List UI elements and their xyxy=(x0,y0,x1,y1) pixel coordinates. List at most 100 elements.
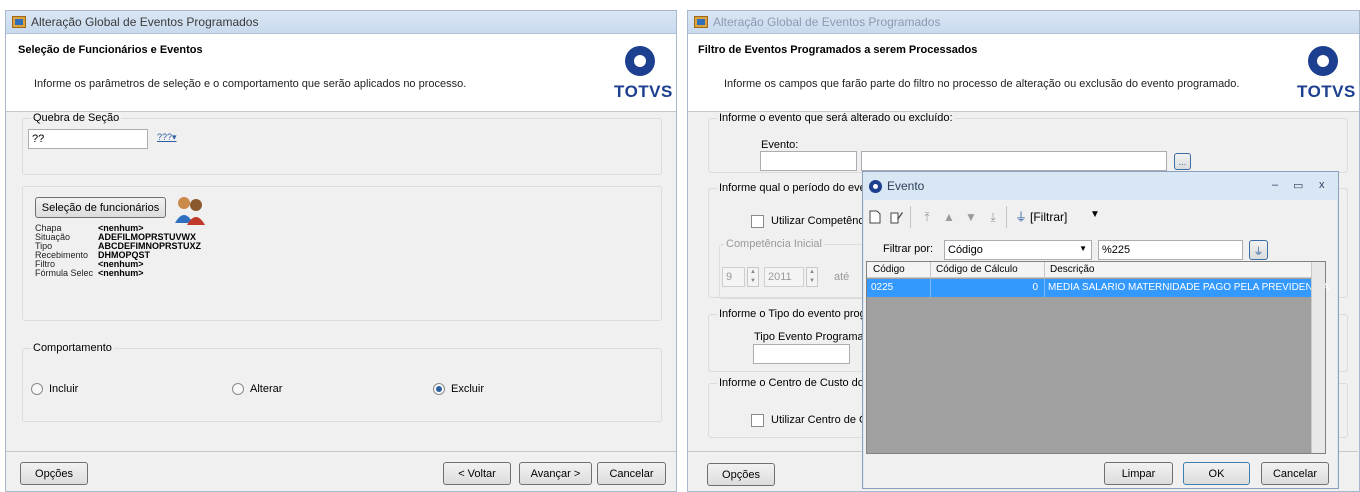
right-titlebar[interactable]: Alteração Global de Eventos Programados xyxy=(688,11,1359,34)
vertical-scrollbar[interactable] xyxy=(1311,262,1325,453)
totvs-logo-text: TOTVS xyxy=(614,82,673,101)
selection-group: Seleção de funcionários Chapa <nenhum> S… xyxy=(22,186,662,321)
column-header-codigo-calculo[interactable]: Código de Cálculo xyxy=(936,264,1018,275)
users-icon xyxy=(173,195,207,225)
month-input[interactable]: 9 xyxy=(722,267,745,287)
picker-icon[interactable]: ???▾ xyxy=(157,132,177,143)
first-record-icon[interactable]: ⤒ xyxy=(920,210,934,224)
footer-divider xyxy=(6,451,676,452)
app-icon xyxy=(12,16,26,28)
filter-field-value: Código xyxy=(948,244,983,256)
avancar-button[interactable]: Avançar > xyxy=(519,462,592,485)
centro-custo-legend: Informe o Centro de Custo do xyxy=(717,377,866,389)
evento-dialog-body: ⤒ ▲ ▼ ⤓ ⏚ [Filtrar] ▼ Filtrar por: Códig… xyxy=(864,200,1337,488)
chevron-down-icon[interactable]: ▼ xyxy=(1090,209,1100,220)
left-header-title: Seleção de Funcionários e Eventos xyxy=(18,44,203,56)
utilizar-competencia-label: Utilizar Competência xyxy=(771,215,873,227)
year-input[interactable]: 2011 xyxy=(764,267,804,287)
quebra-secao-group: Quebra de Seção ?? ???▾ xyxy=(22,112,662,175)
filter-value-input[interactable]: %225 xyxy=(1098,240,1243,260)
limpar-button[interactable]: Limpar xyxy=(1104,462,1173,485)
totvs-logo-icon xyxy=(1308,46,1338,76)
evento-dialog-title: Evento xyxy=(887,179,925,193)
left-header: Seleção de Funcionários e Eventos Inform… xyxy=(6,34,676,112)
minimize-icon[interactable]: – xyxy=(1272,179,1278,191)
cell-calculo: 0 xyxy=(1032,282,1038,293)
comportamento-group: Comportamento Incluir Alterar Excluir xyxy=(22,342,662,422)
chevron-down-icon: ▼ xyxy=(1079,244,1087,253)
previous-record-icon[interactable]: ▲ xyxy=(942,210,956,224)
evento-dialog: Evento – ▭ x ⤒ ▲ ▼ ⤓ ⏚ [Filtrar] ▼ Filtr… xyxy=(862,171,1339,489)
toolbar-separator xyxy=(910,206,911,228)
evento-group: Informe o evento que será alterado ou ex… xyxy=(708,112,1348,173)
tipo-legend: Informe o Tipo do evento prog xyxy=(717,308,868,320)
left-window: Alteração Global de Eventos Programados … xyxy=(5,10,677,492)
edit-icon[interactable] xyxy=(890,210,904,224)
cell-divider xyxy=(1044,279,1045,297)
ate-label: até xyxy=(834,271,850,283)
utilizar-centro-custo-checkbox[interactable] xyxy=(751,414,764,427)
tipo-code-input[interactable] xyxy=(753,344,850,364)
evento-code-input[interactable] xyxy=(760,151,857,171)
radio-excluir[interactable] xyxy=(433,383,445,395)
left-header-subtitle: Informe os parâmetros de seleção e o com… xyxy=(34,78,467,90)
quebra-secao-legend: Quebra de Seção xyxy=(31,112,122,124)
totvs-logo-text: TOTVS xyxy=(1297,82,1356,101)
evento-label: Evento: xyxy=(761,139,799,151)
cell-codigo: 0225 xyxy=(871,282,894,293)
right-header-title: Filtro de Eventos Programados a serem Pr… xyxy=(698,44,978,56)
filtrar-por-label: Filtrar por: xyxy=(883,243,934,255)
table-row[interactable]: 0225 0 MEDIA SALARIO MATERNIDADE PAGO PE… xyxy=(867,279,1329,297)
filtrar-menu[interactable]: [Filtrar] xyxy=(1030,210,1067,224)
filter-field-select[interactable]: Código ▼ xyxy=(944,240,1092,260)
radio-alterar[interactable] xyxy=(232,383,244,395)
quebra-secao-input[interactable]: ?? xyxy=(28,129,148,149)
app-icon xyxy=(694,16,708,28)
utilizar-competencia-checkbox[interactable] xyxy=(751,215,764,228)
totvs-logo: TOTVS xyxy=(614,46,673,106)
cancelar-button[interactable]: Cancelar xyxy=(1261,462,1329,485)
column-divider xyxy=(930,262,931,278)
right-header: Filtro de Eventos Programados a serem Pr… xyxy=(688,34,1359,112)
next-record-icon[interactable]: ▼ xyxy=(964,210,978,224)
column-header-codigo[interactable]: Código xyxy=(873,264,905,275)
month-spinner[interactable]: ▲ ▼ xyxy=(747,267,759,287)
filter-key: Fórmula Selec xyxy=(35,268,94,278)
totvs-dialog-icon xyxy=(869,179,882,193)
radio-alterar-label: Alterar xyxy=(250,383,283,395)
competencia-inicial-legend: Competência Inicial xyxy=(724,238,824,250)
left-window-title: Alteração Global de Eventos Programados xyxy=(31,15,259,29)
totvs-logo: TOTVS xyxy=(1297,46,1356,106)
right-header-subtitle: Informe os campos que farão parte do fil… xyxy=(724,78,1240,90)
last-record-icon[interactable]: ⤓ xyxy=(986,210,1000,224)
grid-header: Código Código de Cálculo Descrição xyxy=(867,262,1325,278)
column-header-descricao[interactable]: Descrição xyxy=(1050,264,1094,275)
radio-excluir-label: Excluir xyxy=(451,383,485,395)
voltar-button[interactable]: < Voltar xyxy=(443,462,511,485)
periodo-legend: Informe qual o período do ever xyxy=(717,182,872,194)
apply-filter-button[interactable]: ⏚ xyxy=(1249,240,1268,260)
selecao-funcionarios-button[interactable]: Seleção de funcionários xyxy=(35,197,166,218)
opcoes-button[interactable]: Opções xyxy=(20,462,88,485)
radio-incluir[interactable] xyxy=(31,383,43,395)
opcoes-button[interactable]: Opções xyxy=(707,463,775,486)
left-titlebar[interactable]: Alteração Global de Eventos Programados xyxy=(6,11,676,34)
filter-icon[interactable]: ⏚ xyxy=(1014,210,1028,224)
utilizar-centro-custo-label: Utilizar Centro de Cu xyxy=(771,414,874,426)
right-window-title: Alteração Global de Eventos Programados xyxy=(713,15,941,29)
picker-label: ??? xyxy=(157,132,173,142)
close-icon[interactable]: x xyxy=(1319,179,1325,191)
radio-incluir-label: Incluir xyxy=(49,383,79,395)
evento-browse-button[interactable]: ... xyxy=(1174,153,1191,170)
cell-descricao: MEDIA SALARIO MATERNIDADE PAGO PELA PREV… xyxy=(1048,282,1330,293)
cancelar-button[interactable]: Cancelar xyxy=(597,462,666,485)
comportamento-legend: Comportamento xyxy=(31,342,114,354)
evento-description-input[interactable] xyxy=(861,151,1167,171)
totvs-logo-icon xyxy=(625,46,655,76)
new-icon[interactable] xyxy=(868,210,882,224)
ok-button[interactable]: OK xyxy=(1183,462,1250,485)
maximize-icon[interactable]: ▭ xyxy=(1293,179,1303,192)
year-spinner[interactable]: ▲ ▼ xyxy=(806,267,818,287)
toolbar-separator xyxy=(1006,206,1007,228)
evento-dialog-titlebar[interactable]: Evento xyxy=(863,172,1338,200)
